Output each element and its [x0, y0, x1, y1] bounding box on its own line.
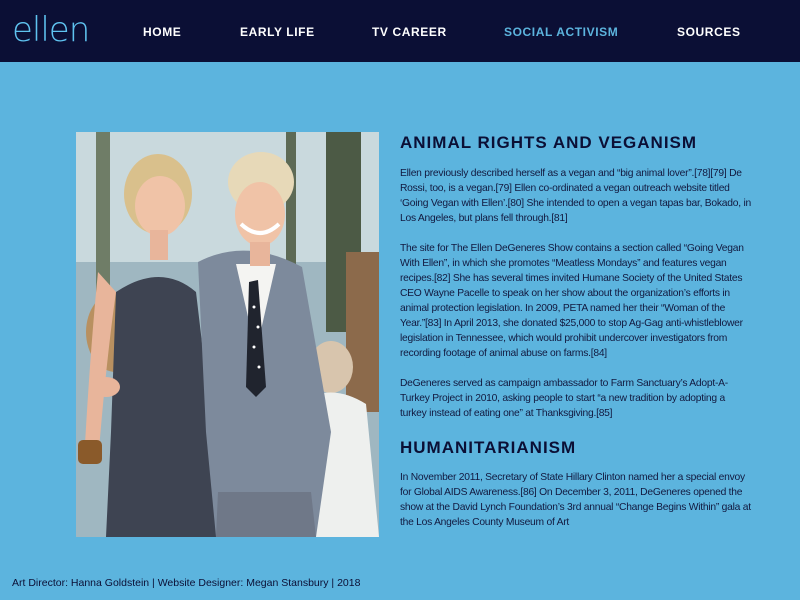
header-bar: ellen HOME EARLY LIFE TV CAREER SOCIAL A… — [0, 0, 800, 62]
section-paragraph: The site for The Ellen DeGeneres Show co… — [400, 243, 744, 359]
footer-credits: Art Director: Hanna Goldstein | Website … — [12, 577, 361, 589]
section-paragraph: DeGeneres served as campaign ambassador … — [400, 378, 728, 419]
site-logo[interactable]: ellen — [12, 6, 90, 54]
nav-sources[interactable]: SOURCES — [677, 25, 741, 39]
main-content: ANIMAL RIGHTS AND VEGANISM Ellen previou… — [400, 132, 752, 530]
section-heading-animal-rights: ANIMAL RIGHTS AND VEGANISM — [400, 133, 698, 152]
ellen-portia-photo — [76, 132, 379, 537]
nav-early-life[interactable]: EARLY LIFE — [240, 25, 315, 39]
section-paragraph: In November 2011, Secretary of State Hil… — [400, 472, 751, 528]
section-heading-humanitarianism: HUMANITARIANISM — [400, 438, 577, 457]
nav-home[interactable]: HOME — [143, 25, 181, 39]
section-paragraph: Ellen previously described herself as a … — [400, 168, 751, 224]
nav-social-activism[interactable]: SOCIAL ACTIVISM — [504, 25, 618, 39]
nav-tv-career[interactable]: TV CAREER — [372, 25, 447, 39]
